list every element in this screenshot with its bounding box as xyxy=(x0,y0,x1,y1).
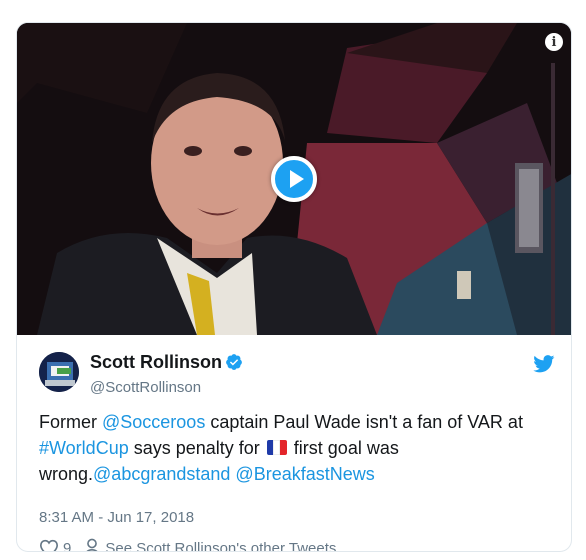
play-button[interactable] xyxy=(271,156,317,202)
heart-icon xyxy=(39,539,59,551)
profile-link-label: See Scott Rollinson's other Tweets xyxy=(105,539,337,552)
info-icon[interactable]: i xyxy=(545,33,563,51)
twitter-bird-icon[interactable] xyxy=(533,355,555,373)
mention-abcgrandstand-link[interactable]: @abcgrandstand xyxy=(93,464,230,484)
tweet-actions: 9 See Scott Rollinson's other Tweets xyxy=(39,538,337,552)
verified-badge-icon xyxy=(226,353,242,370)
video-player[interactable]: i xyxy=(17,23,571,335)
person-icon xyxy=(86,538,98,551)
tweet-body: Scott Rollinson @ScottRollinson Former @… xyxy=(17,335,571,552)
author-handle[interactable]: @ScottRollinson xyxy=(90,379,243,396)
france-flag-icon xyxy=(266,440,287,455)
avatar-image xyxy=(39,352,79,392)
embedded-tweet-card: i Scott Rollinson @ScottRollinson Former… xyxy=(16,22,572,552)
play-icon xyxy=(290,170,304,188)
like-count: 9 xyxy=(63,539,72,552)
tweet-text-part: Former xyxy=(39,412,102,432)
mention-socceroos-link[interactable]: @Socceroos xyxy=(102,412,205,432)
tweet-text: Former @Socceroos captain Paul Wade isn'… xyxy=(39,409,559,487)
tweet-text-part: captain Paul Wade isn't a fan of VAR at xyxy=(205,412,523,432)
mention-breakfastnews-link[interactable]: @BreakfastNews xyxy=(235,464,374,484)
hashtag-worldcup-link[interactable]: #WorldCup xyxy=(39,438,129,458)
tweet-text-part: says penalty for xyxy=(128,438,265,458)
avatar[interactable] xyxy=(39,352,79,392)
profile-link[interactable]: See Scott Rollinson's other Tweets xyxy=(83,538,337,552)
like-button[interactable]: 9 xyxy=(39,539,72,552)
author-info: Scott Rollinson @ScottRollinson xyxy=(90,352,243,396)
author-display-name[interactable]: Scott Rollinson xyxy=(90,352,222,373)
tweet-timestamp[interactable]: 8:31 AM - Jun 17, 2018 xyxy=(39,509,194,526)
